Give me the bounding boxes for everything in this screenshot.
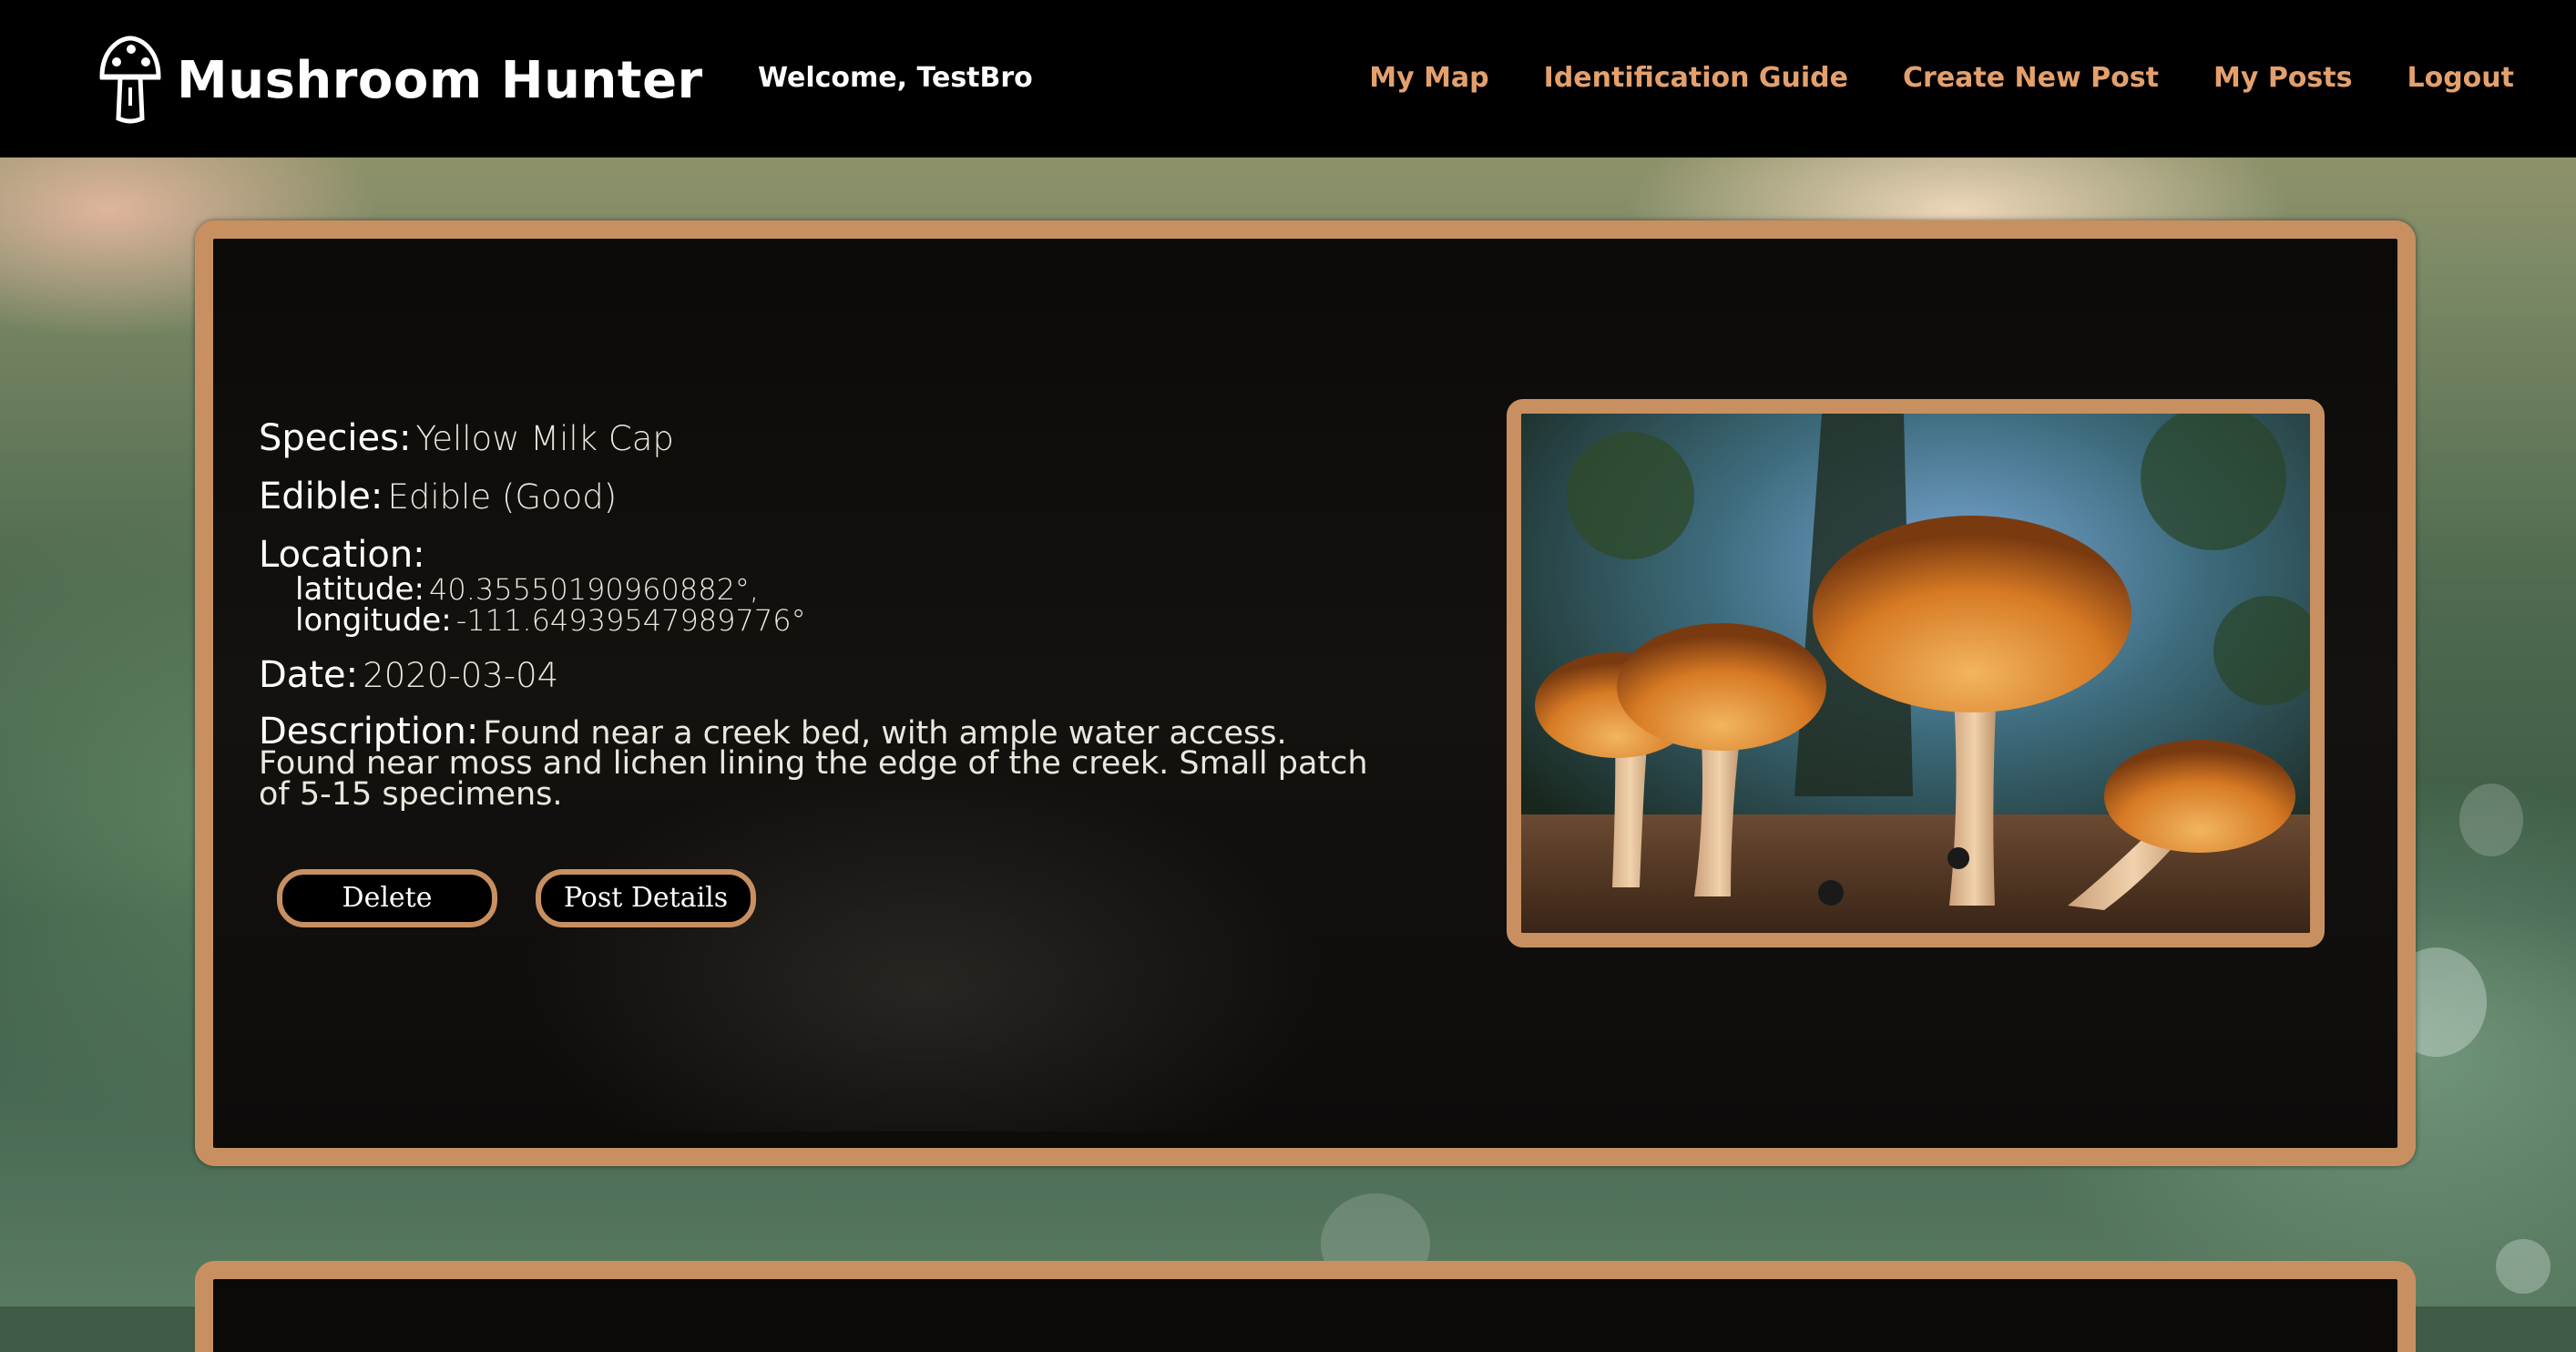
mushroom-icon [99, 36, 161, 124]
post-card: Species: Yellow Milk Cap Edible: Edible … [195, 220, 2416, 1166]
date-label: Date: [259, 654, 359, 696]
bokeh-light [2459, 784, 2523, 856]
latitude-value: 40.35550190960882°, [429, 572, 760, 607]
nav-link-my-map[interactable]: My Map [1369, 62, 1488, 94]
species-value: Yellow Milk Cap [415, 419, 674, 458]
description-row: Description: Found near a creek bed, wit… [259, 713, 1370, 810]
mushroom-photo [1507, 399, 2325, 947]
top-nav-bar: Mushroom Hunter Welcome, TestBro My Map … [0, 0, 2576, 158]
species-label: Species: [259, 417, 412, 459]
post-actions: Delete Post Details [277, 869, 794, 927]
date-value: 2020-03-04 [363, 656, 559, 695]
longitude-value: -111.64939547989776° [455, 603, 806, 638]
date-row: Date: 2020-03-04 [259, 656, 1370, 694]
edible-row: Edible: Edible (Good) [259, 477, 1370, 516]
longitude-label: longitude: [295, 602, 452, 639]
welcome-message: Welcome, TestBro [758, 62, 1033, 94]
species-row: Species: Yellow Milk Cap [259, 419, 1370, 457]
nav-link-my-posts[interactable]: My Posts [2213, 62, 2353, 94]
delete-button[interactable]: Delete [277, 869, 497, 927]
nav-link-logout[interactable]: Logout [2407, 62, 2514, 94]
next-post-card [195, 1261, 2416, 1352]
location-label: Location: [259, 534, 425, 576]
longitude-line: longitude: -111.64939547989776° [295, 605, 1370, 636]
post-details-button[interactable]: Post Details [536, 869, 756, 927]
bokeh-light [2496, 1239, 2550, 1294]
mushroom-photo-image [1521, 414, 2310, 933]
latitude-line: latitude: 40.35550190960882°, [295, 574, 1370, 605]
nav-link-create-new-post[interactable]: Create New Post [1903, 62, 2159, 94]
edible-value: Edible (Good) [387, 477, 618, 517]
app-title: Mushroom Hunter [177, 50, 703, 110]
edible-label: Edible: [259, 476, 383, 517]
brand[interactable]: Mushroom Hunter [97, 35, 703, 126]
main-nav: My Map Identification Guide Create New P… [1314, 62, 2514, 94]
nav-link-identification-guide[interactable]: Identification Guide [1544, 62, 1848, 94]
post-details: Species: Yellow Milk Cap Edible: Edible … [259, 419, 1370, 830]
location-row: Location: latitude: 40.35550190960882°, … [259, 536, 1370, 636]
